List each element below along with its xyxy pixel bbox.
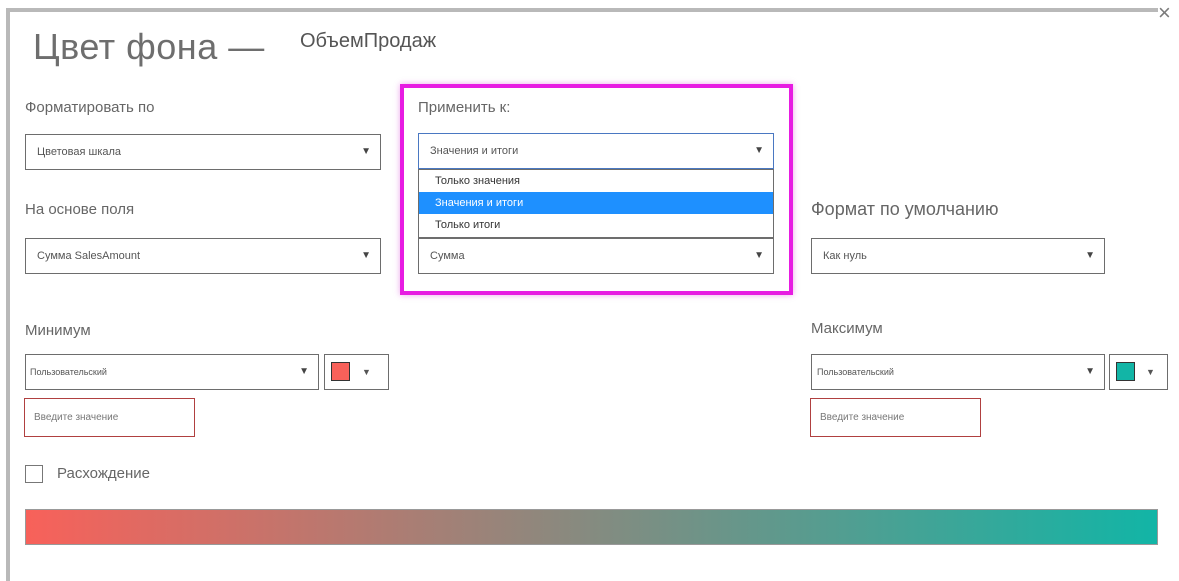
maximum-value-input[interactable]: Введите значение [810, 398, 981, 437]
maximum-type-select[interactable]: Пользовательский ▼ [811, 354, 1105, 390]
chevron-down-icon: ▼ [361, 250, 371, 261]
chevron-down-icon: ▼ [361, 146, 371, 157]
minimum-color-picker[interactable]: ▼ [324, 354, 389, 390]
maximum-label: Максимум [811, 320, 883, 337]
dialog-title: Цвет фона — [33, 26, 265, 67]
maximum-value-placeholder: Введите значение [820, 412, 905, 423]
based-on-field-select[interactable]: Сумма SalesAmount ▼ [25, 238, 381, 274]
chevron-down-icon: ▼ [1146, 367, 1155, 377]
chevron-down-icon: ▼ [1085, 366, 1095, 377]
default-format-label: Формат по умолчанию [811, 199, 999, 219]
diverging-label: Расхождение [57, 465, 150, 482]
dialog-subtitle: ОбъемПродаж [300, 30, 437, 52]
dialog-border-top [6, 8, 1158, 12]
chevron-down-icon: ▼ [362, 367, 371, 377]
chevron-down-icon: ▼ [1085, 250, 1095, 261]
minimum-value-placeholder: Введите значение [34, 412, 119, 423]
format-by-value: Цветовая шкала [37, 146, 122, 158]
highlight-box [400, 84, 793, 295]
based-on-field-label: На основе поля [25, 201, 135, 218]
minimum-type-value: Пользовательский [30, 367, 107, 377]
default-format-value: Как нуль [823, 250, 867, 262]
diverging-checkbox[interactable] [25, 465, 43, 483]
color-scale-gradient-preview [25, 509, 1158, 545]
minimum-type-select[interactable]: Пользовательский ▼ [25, 354, 319, 390]
close-icon[interactable]: × [1158, 2, 1171, 24]
default-format-select[interactable]: Как нуль ▼ [811, 238, 1105, 274]
based-on-field-value: Сумма SalesAmount [37, 250, 141, 262]
minimum-color-swatch [331, 362, 350, 381]
minimum-label: Минимум [25, 322, 91, 339]
maximum-color-swatch [1116, 362, 1135, 381]
format-by-select[interactable]: Цветовая шкала ▼ [25, 134, 381, 170]
maximum-type-value: Пользовательский [817, 367, 894, 377]
chevron-down-icon: ▼ [299, 366, 309, 377]
minimum-value-input[interactable]: Введите значение [24, 398, 195, 437]
maximum-color-picker[interactable]: ▼ [1109, 354, 1168, 390]
format-by-label: Форматировать по [25, 99, 155, 116]
dialog-border-left [6, 8, 10, 581]
